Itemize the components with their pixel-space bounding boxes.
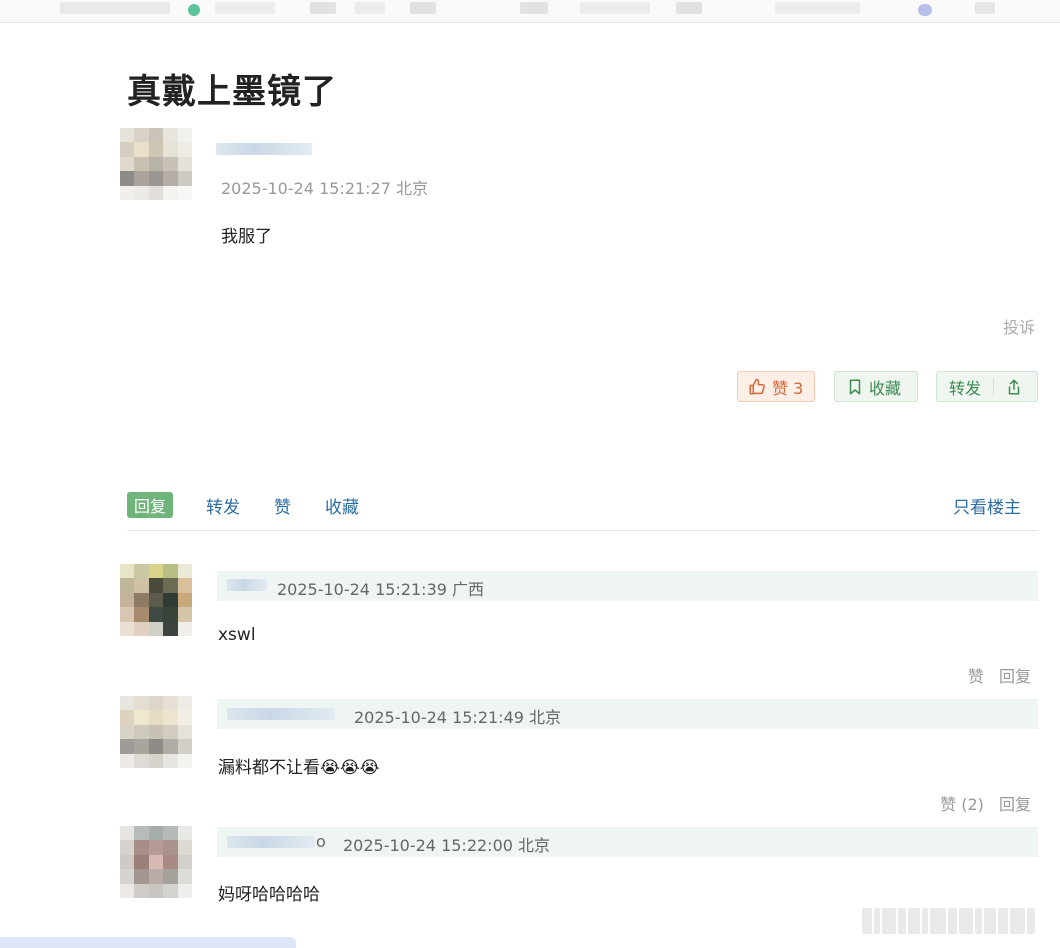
share-icon [1008,379,1020,394]
share-button[interactable]: 转发 [936,371,1038,402]
blurred-nav-item[interactable] [775,2,860,14]
reply-timestamp-location: 2025-10-24 15:22:00 北京 [343,836,551,855]
reply-actions: 赞 回复 [958,663,1031,687]
share-label: 转发 [949,378,982,398]
blurred-nav-item[interactable] [580,2,650,14]
post-title: 真戴上墨镜了 [127,72,337,112]
blurred-nav-item[interactable] [215,2,275,14]
reply-avatar[interactable] [120,696,192,768]
nav-avatar-icon [918,4,932,16]
reply-author-name[interactable] [227,836,315,848]
reply-actions: 赞 (2) 回复 [930,791,1031,815]
reply-avatar[interactable] [120,564,192,636]
post-content: 我服了 [221,227,272,247]
nav-logo-icon [188,4,200,16]
reply-timestamp-location: 2025-10-24 15:21:39 广西 [277,580,485,599]
tab-favorite[interactable]: 收藏 [325,493,359,518]
favorite-label: 收藏 [869,378,902,398]
blurred-nav-item[interactable] [410,2,436,14]
watermark [862,905,1052,937]
reply-header: 2025-10-24 15:21:49 北京 [217,699,1038,729]
reply-reply-button[interactable]: 回复 [999,667,1031,686]
comment-tabs: 回复 转发 赞 收藏 只看楼主 [127,490,1038,531]
blurred-nav-item[interactable] [676,2,702,14]
like-count-label: 赞 3 [772,378,804,398]
blurred-nav-item[interactable] [355,2,385,14]
post-author-name[interactable] [216,143,312,155]
reply-content: 妈呀哈哈哈哈 [218,885,320,905]
post-author-avatar[interactable] [120,128,192,200]
reply-author-name[interactable] [227,579,267,591]
reply-header: 2025-10-24 15:21:39 广西 [217,571,1038,601]
reply-avatar[interactable] [120,826,192,898]
thumbs-up-icon [749,378,765,394]
blurred-nav-item[interactable] [310,2,336,14]
reply-like-button[interactable]: 赞 (2) [940,795,984,814]
reply-reply-button[interactable]: 回复 [999,795,1031,814]
op-only-link[interactable]: 只看楼主 [953,493,1021,518]
tab-reply[interactable]: 回复 [127,492,174,518]
bookmark-icon [849,379,861,394]
bottom-input-bar[interactable] [0,937,296,948]
report-link[interactable]: 投诉 [1003,314,1035,338]
divider [993,378,995,395]
reply-like-button[interactable]: 赞 [968,667,984,686]
like-button[interactable]: 赞 3 [737,371,815,402]
reply-header: o 2025-10-24 15:22:00 北京 [217,827,1038,857]
tab-share[interactable]: 转发 [206,493,240,518]
reply-timestamp-location: 2025-10-24 15:21:49 北京 [354,708,562,727]
blurred-nav-item[interactable] [520,2,548,14]
reply-content: 漏料都不让看😭😭😭 [218,758,380,778]
reply-author-name-tail: o [316,832,326,851]
reply-content: xswl [218,625,256,645]
top-navigation-bar [0,0,1060,23]
reply-author-name[interactable] [227,708,335,720]
blurred-nav-item[interactable] [975,2,995,14]
blurred-nav-item[interactable] [60,2,170,14]
favorite-button[interactable]: 收藏 [834,371,918,402]
post-timestamp-location: 2025-10-24 15:21:27 北京 [221,179,429,198]
tab-like[interactable]: 赞 [274,493,291,518]
